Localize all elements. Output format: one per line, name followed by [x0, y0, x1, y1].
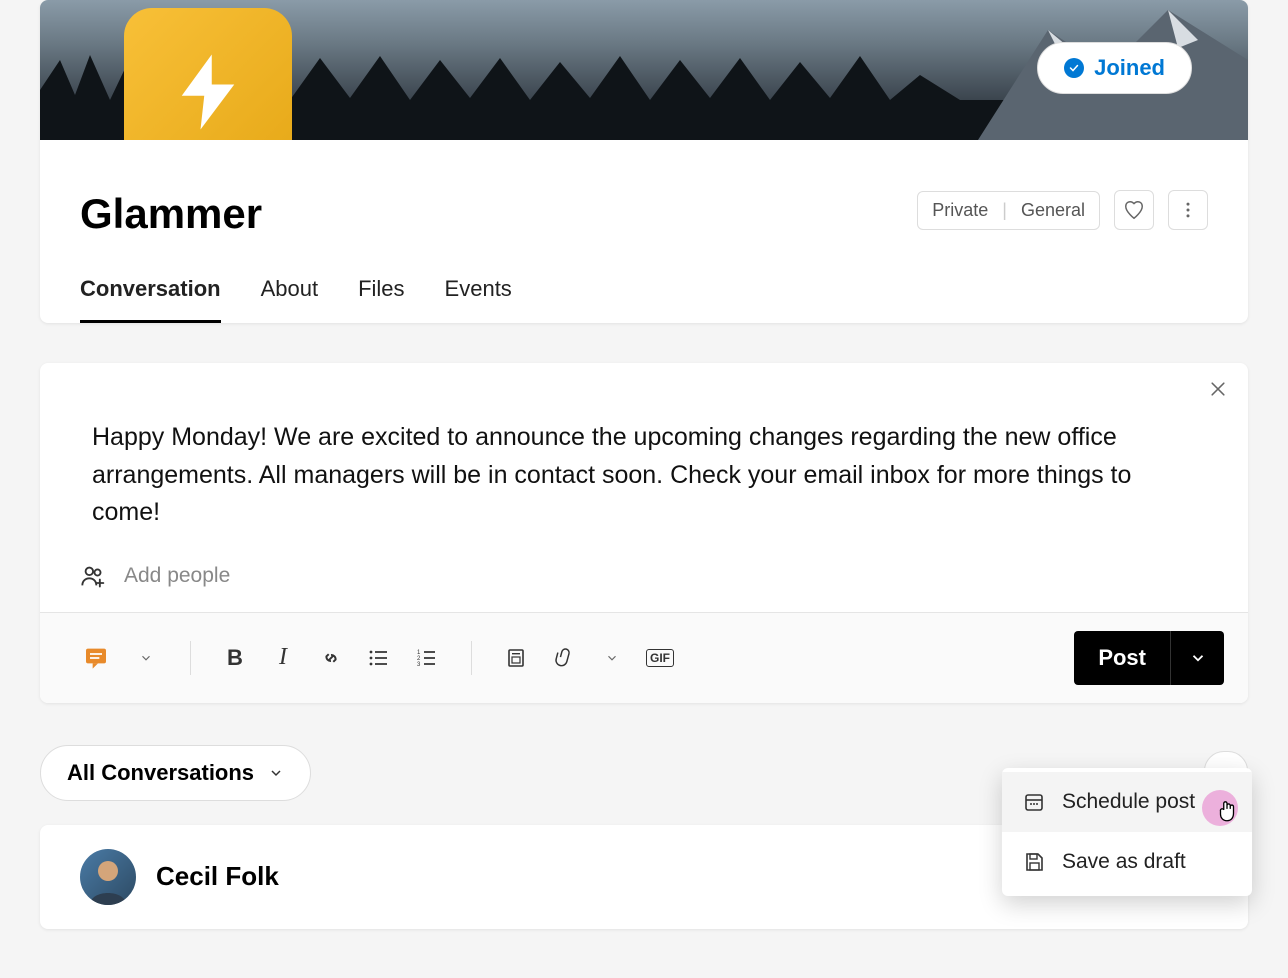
paperclip-icon	[553, 647, 575, 669]
feed-author-name: Cecil Folk	[156, 861, 279, 892]
tabs: Conversation About Files Events	[80, 266, 1208, 323]
save-draft-label: Save as draft	[1062, 850, 1186, 874]
toolbar-divider	[471, 641, 472, 675]
media-button[interactable]	[496, 638, 536, 678]
privacy-tag: Private	[932, 200, 988, 221]
check-circle-icon	[1064, 58, 1084, 78]
attach-chevron[interactable]	[592, 638, 632, 678]
tags-box[interactable]: Private | General	[917, 191, 1100, 230]
numbered-list-icon: 123	[415, 646, 439, 670]
italic-icon: I	[279, 644, 287, 671]
attach-button[interactable]	[544, 638, 584, 678]
calendar-icon	[1022, 790, 1046, 814]
composer: Happy Monday! We are excited to announce…	[40, 363, 1248, 703]
close-icon	[1208, 379, 1228, 399]
bullet-list-button[interactable]	[359, 638, 399, 678]
bullet-list-icon	[367, 646, 391, 670]
more-button[interactable]	[1168, 190, 1208, 230]
bold-button[interactable]: B	[215, 638, 255, 678]
favorite-button[interactable]	[1114, 190, 1154, 230]
numbered-list-button[interactable]: 123	[407, 638, 447, 678]
type-tag: General	[1021, 200, 1085, 221]
conversations-filter[interactable]: All Conversations	[40, 745, 311, 801]
tab-conversation[interactable]: Conversation	[80, 266, 221, 323]
post-type-button[interactable]	[78, 638, 118, 678]
save-icon	[1022, 850, 1046, 874]
chevron-down-icon	[1189, 649, 1207, 667]
post-options-menu: Schedule post Save as draft	[1002, 768, 1252, 896]
tab-events[interactable]: Events	[445, 266, 512, 323]
toolbar-divider	[190, 641, 191, 675]
close-composer-button[interactable]	[1208, 379, 1228, 404]
header-actions: Private | General	[917, 190, 1208, 230]
chevron-down-icon	[268, 765, 284, 781]
post-type-chevron[interactable]	[126, 638, 166, 678]
joined-label: Joined	[1094, 55, 1165, 81]
chevron-down-icon	[605, 651, 619, 665]
save-draft-item[interactable]: Save as draft	[1002, 832, 1252, 892]
italic-button[interactable]: I	[263, 638, 303, 678]
tab-files[interactable]: Files	[358, 266, 404, 323]
community-logo	[124, 8, 292, 140]
add-people-placeholder: Add people	[124, 564, 230, 588]
conversations-filter-label: All Conversations	[67, 760, 254, 786]
compose-textarea[interactable]: Happy Monday! We are excited to announce…	[40, 363, 1248, 562]
link-button[interactable]	[311, 638, 351, 678]
tag-divider: |	[1002, 200, 1007, 221]
joined-button[interactable]: Joined	[1037, 42, 1192, 94]
svg-text:3: 3	[417, 662, 421, 668]
post-button[interactable]: Post	[1074, 631, 1170, 685]
chevron-down-icon	[139, 651, 153, 665]
cover-image: Joined	[40, 0, 1248, 140]
header-body: Glammer Private | General	[40, 140, 1248, 323]
post-options-button[interactable]	[1170, 631, 1224, 685]
image-file-icon	[504, 646, 528, 670]
bold-icon: B	[227, 645, 243, 671]
community-header: Joined Glammer Private | General	[40, 0, 1248, 323]
composer-toolbar: B I 123	[40, 612, 1248, 703]
heart-icon	[1123, 199, 1145, 221]
link-icon	[318, 645, 344, 671]
people-add-icon	[80, 562, 108, 590]
more-vertical-icon	[1178, 200, 1198, 220]
discussion-icon	[82, 642, 114, 674]
add-people-row[interactable]: Add people	[40, 562, 1248, 612]
gif-button[interactable]: GIF	[640, 638, 680, 678]
avatar	[80, 849, 136, 905]
schedule-post-label: Schedule post	[1062, 790, 1195, 814]
tab-about[interactable]: About	[261, 266, 319, 323]
schedule-post-item[interactable]: Schedule post	[1002, 772, 1252, 832]
gif-icon: GIF	[646, 649, 674, 667]
bolt-icon	[163, 47, 253, 137]
